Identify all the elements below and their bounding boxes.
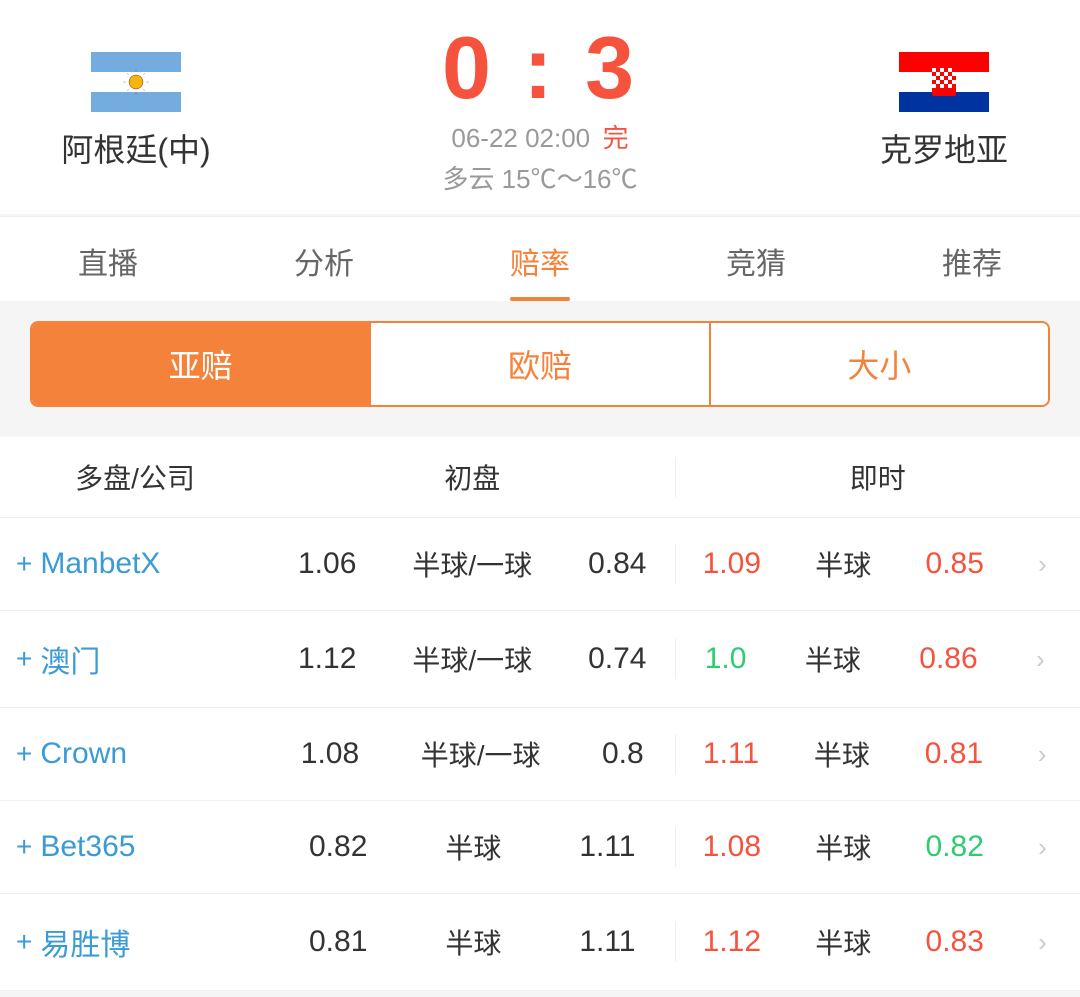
table-row[interactable]: + 易胜博 0.81 半球 1.11 1.12 半球 0.83 ›: [0, 894, 1080, 991]
company-cell[interactable]: + 澳门: [0, 637, 270, 681]
realtime-cells: 1.08 半球 0.82 ›: [675, 827, 1080, 867]
match-info: 06-22 02:00 完: [451, 118, 628, 155]
team-right: 克罗地亚: [824, 49, 1064, 171]
company-name: 易胜博: [40, 920, 130, 964]
realtime-cells: 1.12 半球 0.83 ›: [675, 922, 1080, 962]
init-val2: 0.8: [602, 737, 644, 771]
rt-label: 半球: [805, 639, 861, 679]
match-datetime: 06-22 02:00: [451, 123, 590, 153]
argentina-flag: [91, 49, 181, 115]
rt-val1: 1.0: [705, 642, 747, 676]
chevron-right-icon[interactable]: ›: [1036, 644, 1045, 675]
score-display: 0 : 3: [442, 24, 638, 112]
realtime-cells: 1.09 半球 0.85 ›: [675, 544, 1080, 584]
score-colon: :: [523, 18, 556, 117]
initial-cells: 1.12 半球/一球 0.74: [270, 639, 675, 679]
rt-val1: 1.11: [703, 737, 759, 771]
rt-val2: 0.81: [925, 737, 983, 771]
init-label: 半球/一球: [421, 734, 541, 774]
init-label: 半球: [445, 922, 501, 962]
rt-val2: 0.83: [926, 925, 984, 959]
init-label: 半球/一球: [412, 544, 532, 584]
rt-label: 半球: [814, 734, 870, 774]
init-val1: 0.82: [309, 830, 367, 864]
expand-icon[interactable]: +: [16, 738, 32, 770]
rt-val1: 1.09: [703, 547, 761, 581]
subtab-asia[interactable]: 亚赔: [32, 323, 371, 405]
init-label: 半球/一球: [412, 639, 532, 679]
score-left: 0: [442, 18, 495, 117]
company-cell[interactable]: + Crown: [0, 737, 270, 771]
match-status: 完: [603, 123, 629, 153]
initial-cells: 1.08 半球/一球 0.8: [270, 734, 675, 774]
company-name: Bet365: [40, 830, 135, 864]
init-label: 半球: [445, 827, 501, 867]
init-val1: 1.08: [301, 737, 359, 771]
tab-analysis[interactable]: 分析: [216, 217, 432, 301]
init-val2: 1.11: [579, 925, 635, 959]
rt-label: 半球: [815, 827, 871, 867]
initial-cells: 1.06 半球/一球 0.84: [270, 544, 675, 584]
expand-icon[interactable]: +: [16, 831, 32, 863]
expand-icon[interactable]: +: [16, 548, 32, 580]
table-row[interactable]: + 澳门 1.12 半球/一球 0.74 1.0 半球 0.86 ›: [0, 611, 1080, 708]
company-cell[interactable]: + Bet365: [0, 830, 270, 864]
table-row[interactable]: + Bet365 0.82 半球 1.11 1.08 半球 0.82 ›: [0, 801, 1080, 894]
subtab-europe[interactable]: 欧赔: [371, 323, 710, 405]
chevron-right-icon[interactable]: ›: [1038, 832, 1047, 863]
table-row[interactable]: + Crown 1.08 半球/一球 0.8 1.11 半球 0.81 ›: [0, 708, 1080, 801]
tab-recommend[interactable]: 推荐: [864, 217, 1080, 301]
team-left-name: 阿根廷(中): [61, 125, 210, 171]
realtime-cells: 1.0 半球 0.86 ›: [675, 639, 1080, 679]
score-center: 0 : 3 06-22 02:00 完 多云 15℃～16℃: [256, 24, 824, 196]
rt-val2: 0.85: [926, 547, 984, 581]
initial-cells: 0.82 半球 1.11: [270, 827, 675, 867]
rt-val1: 1.08: [703, 830, 761, 864]
col-realtime-header: 即时: [675, 457, 1080, 497]
expand-icon[interactable]: +: [16, 643, 32, 675]
company-cell[interactable]: + 易胜博: [0, 920, 270, 964]
tabs-bar: 直播 分析 赔率 竞猜 推荐: [0, 216, 1080, 301]
table-row[interactable]: + ManbetX 1.06 半球/一球 0.84 1.09 半球 0.85 ›: [0, 518, 1080, 611]
tab-odds[interactable]: 赔率: [432, 217, 648, 301]
init-val2: 1.11: [579, 830, 635, 864]
subtab-size[interactable]: 大小: [711, 323, 1048, 405]
company-name: 澳门: [40, 637, 100, 681]
col-company-header: 多盘/公司: [0, 457, 270, 497]
score-right: 3: [585, 18, 638, 117]
rt-label: 半球: [815, 544, 871, 584]
chevron-right-icon[interactable]: ›: [1038, 549, 1047, 580]
tab-live[interactable]: 直播: [0, 217, 216, 301]
chevron-right-icon[interactable]: ›: [1038, 927, 1047, 958]
team-right-name: 克罗地亚: [880, 125, 1008, 171]
score-header: 阿根廷(中) 0 : 3 06-22 02:00 完 多云 15℃～16℃: [0, 0, 1080, 214]
odds-table: + ManbetX 1.06 半球/一球 0.84 1.09 半球 0.85 ›…: [0, 518, 1080, 991]
chevron-right-icon[interactable]: ›: [1038, 739, 1047, 770]
subtabs-container: 亚赔 欧赔 大小: [0, 301, 1080, 427]
rt-val2: 0.86: [919, 642, 977, 676]
team-left: 阿根廷(中): [16, 49, 256, 171]
company-cell[interactable]: + ManbetX: [0, 547, 270, 581]
table-header: 多盘/公司 初盘 即时: [0, 437, 1080, 518]
company-name: Crown: [40, 737, 127, 771]
initial-cells: 0.81 半球 1.11: [270, 922, 675, 962]
init-val1: 0.81: [309, 925, 367, 959]
croatia-flag: [899, 49, 989, 115]
company-name: ManbetX: [40, 547, 160, 581]
match-weather: 多云 15℃～16℃: [442, 159, 637, 196]
rt-val1: 1.12: [703, 925, 761, 959]
realtime-cells: 1.11 半球 0.81 ›: [675, 734, 1080, 774]
init-val2: 0.84: [588, 547, 646, 581]
init-val1: 1.12: [298, 642, 356, 676]
init-val1: 1.06: [298, 547, 356, 581]
rt-label: 半球: [815, 922, 871, 962]
col-initial-header: 初盘: [270, 457, 675, 497]
expand-icon[interactable]: +: [16, 926, 32, 958]
tab-guess[interactable]: 竞猜: [648, 217, 864, 301]
rt-val2: 0.82: [926, 830, 984, 864]
init-val2: 0.74: [588, 642, 646, 676]
subtabs: 亚赔 欧赔 大小: [30, 321, 1050, 407]
